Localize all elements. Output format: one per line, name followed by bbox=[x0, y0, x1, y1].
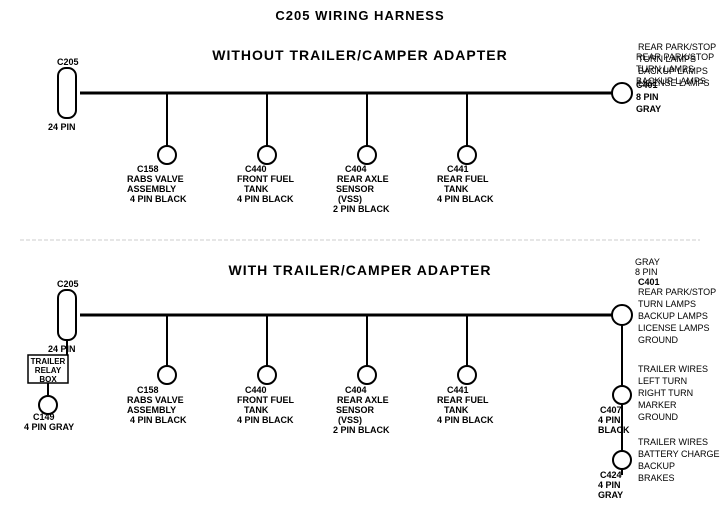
svg-text:C149: C149 bbox=[33, 412, 55, 422]
svg-text:BACKUP LAMPS: BACKUP LAMPS bbox=[638, 66, 708, 76]
svg-text:TANK: TANK bbox=[444, 405, 469, 415]
svg-text:TRAILER WIRES: TRAILER WIRES bbox=[638, 437, 708, 447]
svg-text:8 PIN: 8 PIN bbox=[635, 267, 658, 277]
svg-text:RELAY: RELAY bbox=[35, 366, 62, 375]
svg-text:BATTERY CHARGE: BATTERY CHARGE bbox=[638, 449, 720, 459]
svg-text:GRAY: GRAY bbox=[635, 257, 660, 267]
svg-text:TRAILER WIRES: TRAILER WIRES bbox=[638, 364, 708, 374]
svg-text:GRAY: GRAY bbox=[636, 104, 661, 114]
svg-text:4 PIN BLACK: 4 PIN BLACK bbox=[130, 194, 187, 204]
svg-text:C440: C440 bbox=[245, 385, 267, 395]
svg-text:TURN LAMPS: TURN LAMPS bbox=[638, 299, 696, 309]
svg-text:24 PIN: 24 PIN bbox=[48, 344, 76, 354]
svg-text:LICENSE LAMPS: LICENSE LAMPS bbox=[638, 323, 710, 333]
svg-text:(VSS): (VSS) bbox=[338, 194, 362, 204]
svg-text:C205: C205 bbox=[57, 279, 79, 289]
svg-text:TANK: TANK bbox=[244, 184, 269, 194]
svg-text:4 PIN BLACK: 4 PIN BLACK bbox=[237, 194, 294, 204]
svg-text:REAR PARK/STOP: REAR PARK/STOP bbox=[638, 42, 716, 52]
svg-text:4 PIN BLACK: 4 PIN BLACK bbox=[437, 415, 494, 425]
svg-text:C158: C158 bbox=[137, 164, 159, 174]
svg-text:TRAILER: TRAILER bbox=[31, 357, 66, 366]
svg-text:REAR FUEL: REAR FUEL bbox=[437, 174, 489, 184]
svg-text:REAR AXLE: REAR AXLE bbox=[337, 174, 389, 184]
svg-text:C407: C407 bbox=[600, 405, 622, 415]
svg-text:C404: C404 bbox=[345, 385, 367, 395]
svg-text:GROUND: GROUND bbox=[638, 412, 678, 422]
svg-text:TURN LAMPS: TURN LAMPS bbox=[638, 54, 696, 64]
svg-text:MARKER: MARKER bbox=[638, 400, 677, 410]
svg-text:4 PIN: 4 PIN bbox=[598, 415, 621, 425]
svg-text:REAR FUEL: REAR FUEL bbox=[437, 395, 489, 405]
svg-text:C424: C424 bbox=[600, 470, 622, 480]
svg-text:RIGHT TURN: RIGHT TURN bbox=[638, 388, 693, 398]
svg-text:SENSOR: SENSOR bbox=[336, 184, 375, 194]
svg-text:2 PIN BLACK: 2 PIN BLACK bbox=[333, 425, 390, 435]
svg-text:FRONT FUEL: FRONT FUEL bbox=[237, 395, 294, 405]
svg-text:(VSS): (VSS) bbox=[338, 415, 362, 425]
svg-text:4 PIN BLACK: 4 PIN BLACK bbox=[130, 415, 187, 425]
svg-text:ASSEMBLY: ASSEMBLY bbox=[127, 184, 176, 194]
svg-text:RABS VALVE: RABS VALVE bbox=[127, 395, 184, 405]
svg-text:2 PIN BLACK: 2 PIN BLACK bbox=[333, 204, 390, 214]
svg-text:LEFT TURN: LEFT TURN bbox=[638, 376, 687, 386]
wiring-diagram: WITHOUT TRAILER/CAMPER ADAPTER C205 24 P… bbox=[0, 0, 720, 517]
svg-text:C205: C205 bbox=[57, 57, 79, 67]
svg-text:REAR AXLE: REAR AXLE bbox=[337, 395, 389, 405]
svg-text:ASSEMBLY: ASSEMBLY bbox=[127, 405, 176, 415]
svg-text:RABS VALVE: RABS VALVE bbox=[127, 174, 184, 184]
svg-text:WITH TRAILER/CAMPER ADAPTER: WITH TRAILER/CAMPER ADAPTER bbox=[229, 262, 492, 278]
svg-text:4 PIN: 4 PIN bbox=[598, 480, 621, 490]
svg-text:C441: C441 bbox=[447, 164, 469, 174]
svg-text:BLACK: BLACK bbox=[598, 425, 630, 435]
svg-text:TANK: TANK bbox=[244, 405, 269, 415]
svg-text:C441: C441 bbox=[447, 385, 469, 395]
svg-text:4 PIN BLACK: 4 PIN BLACK bbox=[437, 194, 494, 204]
svg-text:4 PIN GRAY: 4 PIN GRAY bbox=[24, 422, 74, 432]
svg-text:BACKUP LAMPS: BACKUP LAMPS bbox=[638, 311, 708, 321]
svg-text:C440: C440 bbox=[245, 164, 267, 174]
svg-text:BRAKES: BRAKES bbox=[638, 473, 675, 483]
svg-text:WITHOUT TRAILER/CAMPER ADAPTE: WITHOUT TRAILER/CAMPER ADAPTER bbox=[212, 47, 507, 63]
svg-text:REAR PARK/STOP: REAR PARK/STOP bbox=[638, 287, 716, 297]
svg-text:BACKUP: BACKUP bbox=[638, 461, 675, 471]
diagram-container: C205 WIRING HARNESS WITHOUT TRAILER/CAMP… bbox=[0, 0, 720, 517]
svg-text:SENSOR: SENSOR bbox=[336, 405, 375, 415]
svg-text:C404: C404 bbox=[345, 164, 367, 174]
svg-text:8 PIN: 8 PIN bbox=[636, 92, 659, 102]
svg-text:4 PIN BLACK: 4 PIN BLACK bbox=[237, 415, 294, 425]
svg-text:24 PIN: 24 PIN bbox=[48, 122, 76, 132]
svg-text:GROUND: GROUND bbox=[638, 335, 678, 345]
svg-text:LICENSE LAMPS: LICENSE LAMPS bbox=[638, 78, 710, 88]
svg-text:TANK: TANK bbox=[444, 184, 469, 194]
svg-text:BOX: BOX bbox=[39, 375, 57, 384]
svg-text:FRONT FUEL: FRONT FUEL bbox=[237, 174, 294, 184]
svg-text:C158: C158 bbox=[137, 385, 159, 395]
svg-text:C401: C401 bbox=[638, 277, 660, 287]
svg-text:GRAY: GRAY bbox=[598, 490, 623, 500]
